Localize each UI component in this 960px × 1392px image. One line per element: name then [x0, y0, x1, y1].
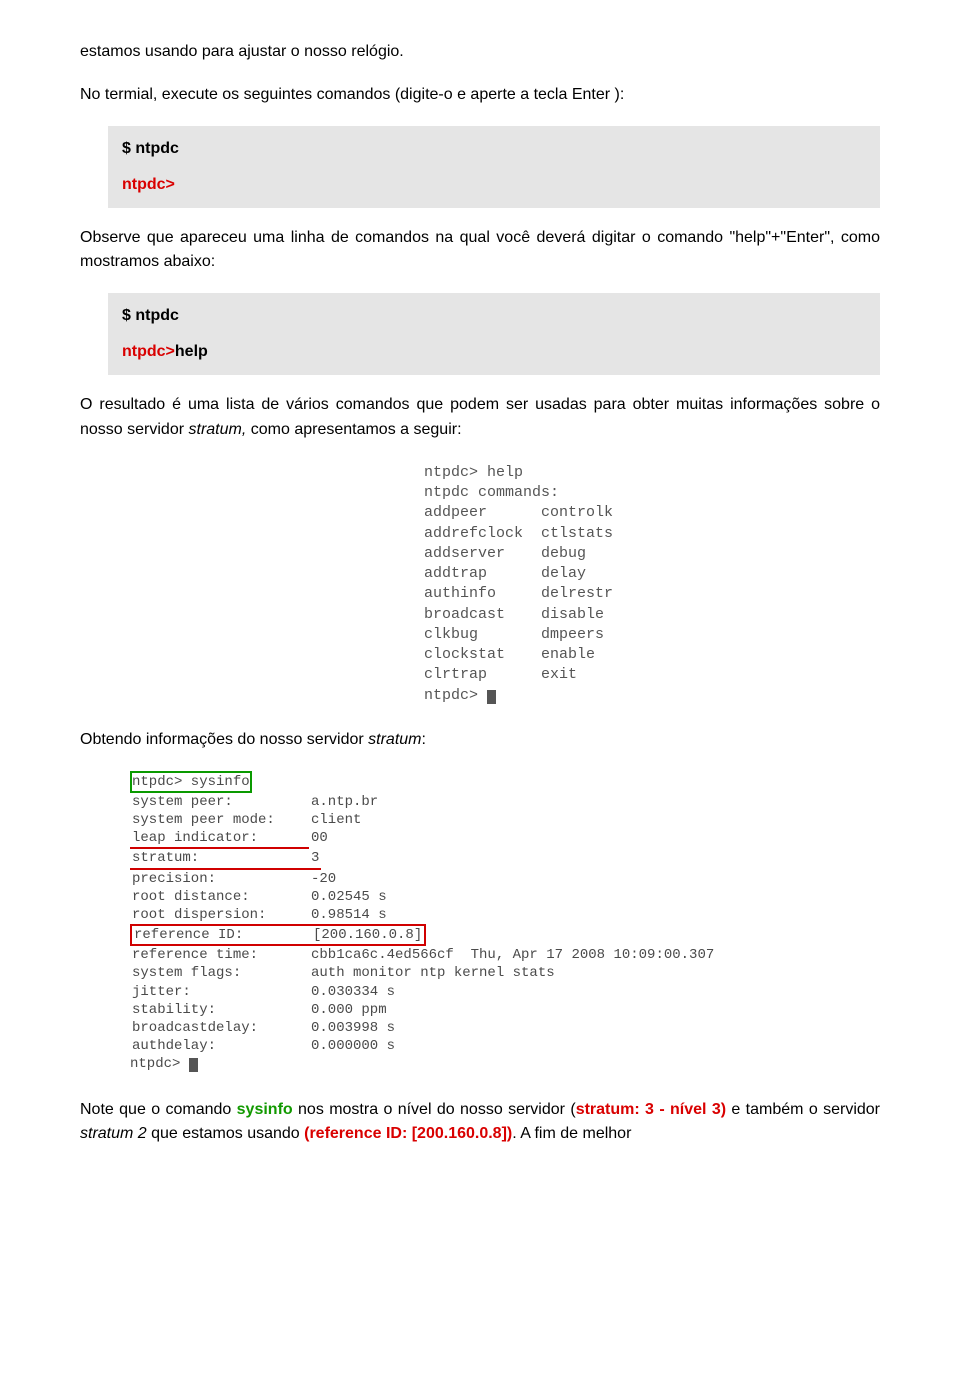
obtain-c: :: [422, 731, 426, 748]
final-b: nos mostra o nível do nosso servidor (: [293, 1101, 576, 1118]
table-row: precision:-20: [130, 870, 880, 888]
row-label: root distance:: [130, 888, 309, 906]
document-page: estamos usando para ajustar o nosso reló…: [0, 0, 960, 1205]
result-c: como apresentamos a seguir:: [246, 421, 461, 438]
row-value: auth monitor ntp kernel stats: [309, 964, 557, 982]
table-row: system flags:auth monitor ntp kernel sta…: [130, 964, 880, 982]
code-line-dollar2: $ ntpdc: [122, 307, 866, 325]
row-value: cbb1ca6c.4ed566cf Thu, Apr 17 2008 10:09…: [309, 946, 716, 964]
paragraph-final: Note que o comando sysinfo nos mostra o …: [80, 1098, 880, 1148]
cursor-icon: [189, 1058, 198, 1072]
row-value: 0.003998 s: [309, 1019, 397, 1037]
row-value: 0.98514 s: [309, 906, 389, 924]
row-value: 0.02545 s: [309, 888, 389, 906]
terminal-help-text: ntpdc> help ntpdc commands: addpeer cont…: [424, 464, 613, 704]
table-row: root distance:0.02545 s: [130, 888, 880, 906]
code-blank: [122, 329, 866, 339]
table-row: reference time:cbb1ca6c.4ed566cf Thu, Ap…: [130, 946, 880, 964]
paragraph-result: O resultado é uma lista de vários comand…: [80, 393, 880, 443]
cursor-icon: [487, 690, 496, 704]
code-block-2: $ ntpdc ntpdc>help: [108, 293, 880, 375]
row-label: system flags:: [130, 964, 309, 982]
row-label: authdelay:: [130, 1037, 309, 1055]
row-value: 0.000000 s: [309, 1037, 397, 1055]
table-row: system peer:a.ntp.br: [130, 793, 880, 811]
row-label: broadcastdelay:: [130, 1019, 309, 1037]
prompt-text: ntpdc>: [122, 343, 175, 360]
obtain-a: Obtendo informações do nosso servidor: [80, 731, 368, 748]
row-label: reference ID:: [130, 924, 311, 946]
code-line-prompt: ntpdc>: [122, 176, 866, 194]
table-row: stability:0.000 ppm: [130, 1001, 880, 1019]
table-row-highlighted: reference ID:[200.160.0.8]: [130, 924, 880, 946]
code-line-dollar: $ ntpdc: [122, 140, 866, 158]
row-label: jitter:: [130, 983, 309, 1001]
row-label: system peer:: [130, 793, 309, 811]
row-label: stratum:: [130, 849, 309, 869]
row-value: 3: [309, 849, 321, 869]
final-a: Note que o comando: [80, 1101, 237, 1118]
final-stratum3: stratum: 3 - nível 3): [576, 1101, 726, 1118]
final-sysinfo: sysinfo: [237, 1101, 293, 1118]
table-row: stratum:3: [130, 849, 880, 869]
paragraph-obtain: Obtendo informações do nosso servidor st…: [80, 728, 880, 753]
result-b: stratum,: [189, 421, 247, 438]
sysinfo-header: ntpdc> sysinfo: [130, 771, 880, 793]
final-e: . A fim de melhor: [512, 1125, 631, 1142]
table-row: leap indicator:00: [130, 829, 880, 849]
help-text: help: [175, 343, 208, 360]
terminal-help-output: ntpdc> help ntpdc commands: addpeer cont…: [420, 461, 880, 708]
table-row: broadcastdelay:0.003998 s: [130, 1019, 880, 1037]
table-row: jitter:0.030334 s: [130, 983, 880, 1001]
row-label: leap indicator:: [130, 829, 309, 849]
row-label: precision:: [130, 870, 309, 888]
final-refid: (reference ID: [200.160.0.8]): [304, 1125, 512, 1142]
row-value: 0.030334 s: [309, 983, 397, 1001]
row-label: system peer mode:: [130, 811, 309, 829]
row-value: 0.000 ppm: [309, 1001, 389, 1019]
table-row: root dispersion:0.98514 s: [130, 906, 880, 924]
table-row: authdelay:0.000000 s: [130, 1037, 880, 1055]
sysinfo-footer: ntpdc>: [130, 1055, 880, 1073]
footer-prompt: ntpdc>: [130, 1056, 189, 1072]
paragraph-cmd2: Observe que apareceu uma linha de comand…: [80, 226, 880, 276]
row-value: [200.160.0.8]: [311, 924, 426, 946]
row-value: client: [309, 811, 363, 829]
row-value: 00: [309, 829, 330, 849]
row-label: stability:: [130, 1001, 309, 1019]
paragraph-cmd1: No termial, execute os seguintes comando…: [80, 83, 880, 108]
sysinfo-output: ntpdc> sysinfo system peer:a.ntp.br syst…: [130, 771, 880, 1074]
sysinfo-cmd-box: ntpdc> sysinfo: [130, 771, 252, 793]
code-block-1: $ ntpdc ntpdc>: [108, 126, 880, 208]
final-stratum2: stratum 2: [80, 1125, 147, 1142]
row-value: -20: [309, 870, 338, 888]
final-d: que estamos usando: [147, 1125, 304, 1142]
row-value: a.ntp.br: [309, 793, 380, 811]
paragraph-intro: estamos usando para ajustar o nosso reló…: [80, 40, 880, 65]
row-label: root dispersion:: [130, 906, 309, 924]
table-row: system peer mode:client: [130, 811, 880, 829]
row-label: reference time:: [130, 946, 309, 964]
code-line-help: ntpdc>help: [122, 343, 866, 361]
obtain-b: stratum: [368, 731, 421, 748]
code-blank: [122, 162, 866, 172]
final-c: e também o servidor: [726, 1101, 880, 1118]
